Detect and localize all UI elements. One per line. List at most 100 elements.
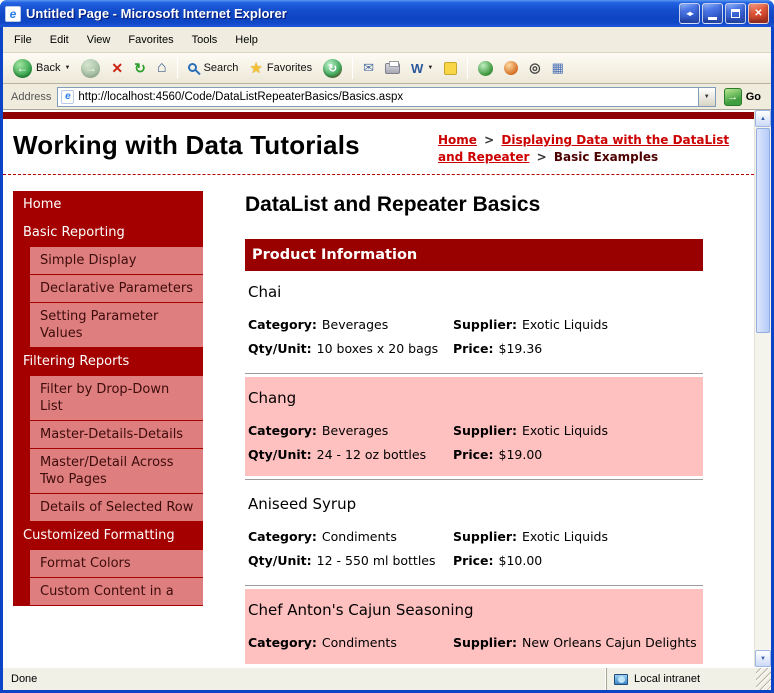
menu-item[interactable]: Favorites bbox=[119, 29, 182, 51]
category-value: Condiments bbox=[321, 529, 397, 544]
resize-grip[interactable] bbox=[756, 668, 771, 690]
maximize-button[interactable] bbox=[725, 3, 746, 24]
messenger-button[interactable] bbox=[500, 59, 522, 77]
sidebar-item[interactable]: Setting Parameter Values bbox=[30, 303, 203, 347]
sidebar-item[interactable]: Format Colors bbox=[30, 550, 203, 577]
qty-value: 24 - 12 oz bottles bbox=[316, 447, 427, 462]
sidebar-item[interactable]: Details of Selected Row bbox=[30, 494, 203, 521]
search-button[interactable]: Search bbox=[184, 60, 243, 76]
sidebar-item[interactable]: Customized Formatting bbox=[13, 522, 203, 549]
menu-item[interactable]: Tools bbox=[183, 29, 227, 51]
scroll-down-button[interactable]: ▼ bbox=[755, 650, 771, 667]
menu-item[interactable]: View bbox=[78, 29, 120, 51]
product-details: Category: Condiments Supplier: Exotic Liqu… bbox=[245, 529, 703, 582]
product-supplier: Supplier: Exotic Liquids bbox=[453, 529, 700, 544]
edit-word-icon: W bbox=[411, 60, 424, 76]
breadcrumb-separator: > bbox=[484, 133, 495, 147]
category-label: Category: bbox=[248, 635, 317, 650]
messenger-icon bbox=[504, 61, 519, 75]
sidebar-item[interactable]: Filtering Reports bbox=[13, 348, 203, 375]
address-dropdown-button[interactable]: ▼ bbox=[697, 87, 715, 106]
browser-viewport: Working with Data Tutorials Home > Displ… bbox=[3, 110, 771, 667]
forward-button[interactable]: → bbox=[77, 57, 104, 80]
vertical-scrollbar[interactable]: ▲ ▼ bbox=[754, 110, 771, 667]
price-value: $19.00 bbox=[498, 447, 543, 462]
scroll-track[interactable] bbox=[755, 334, 771, 650]
favorites-star-icon: ★ bbox=[249, 59, 263, 77]
sidebar-item[interactable]: Declarative Parameters bbox=[30, 275, 203, 302]
price-label: Price: bbox=[453, 553, 494, 568]
product-details: Category: Beverages Supplier: Exotic Liqui… bbox=[245, 317, 703, 370]
sidebar-item[interactable]: Simple Display bbox=[30, 247, 203, 274]
sidebar-item[interactable]: Custom Content in a bbox=[30, 578, 203, 605]
page-title: DataList and Repeater Basics bbox=[245, 193, 541, 216]
product-price: Price: $19.36 bbox=[453, 341, 700, 356]
sidebar-menu: Home Basic Reporting Simple Display Decl… bbox=[13, 191, 203, 606]
product-separator bbox=[245, 479, 703, 480]
breadcrumb: Home > Displaying Data with the DataList… bbox=[438, 126, 740, 166]
scroll-up-button[interactable]: ▲ bbox=[755, 110, 771, 127]
address-input[interactable]: e http://localhost:4560/Code/DataListRep… bbox=[57, 86, 716, 107]
close-button[interactable]: ✕ bbox=[748, 3, 769, 24]
mail-button[interactable]: ✉ bbox=[359, 58, 378, 78]
resize-icon: ◂▸ bbox=[686, 9, 693, 18]
price-value: $19.36 bbox=[498, 341, 543, 356]
edit-button[interactable]: W ▼ bbox=[407, 59, 437, 78]
price-label: Price: bbox=[453, 341, 494, 356]
refresh-button[interactable]: ↻ bbox=[130, 59, 150, 77]
category-value: Beverages bbox=[321, 317, 389, 332]
tiles-button[interactable]: ▦ bbox=[548, 58, 568, 78]
globe-icon bbox=[478, 60, 494, 76]
discuss-button[interactable] bbox=[440, 60, 461, 77]
ie-logo-icon: e bbox=[5, 5, 21, 22]
breadcrumb-home-link[interactable]: Home bbox=[438, 133, 477, 147]
security-zone: Local intranet bbox=[606, 668, 756, 690]
toolbar: ← Back ▼ → ✕ ↻ ⌂ Search ★ Favorites ↻ ✉ … bbox=[3, 53, 771, 84]
history-button[interactable]: ↻ bbox=[319, 57, 346, 80]
sidebar-item[interactable]: Filter by Drop-Down List bbox=[30, 376, 203, 420]
web-sync-button[interactable] bbox=[474, 59, 497, 78]
product-item: Chang Category: Beverages Supplier: Exotic… bbox=[245, 377, 703, 476]
address-url[interactable]: http://localhost:4560/Code/DataListRepea… bbox=[78, 91, 693, 103]
sidebar-item[interactable]: Master/Detail Across Two Pages bbox=[30, 449, 203, 493]
favorites-button[interactable]: ★ Favorites bbox=[245, 59, 316, 78]
go-button[interactable]: → Go bbox=[722, 87, 767, 106]
supplier-label: Supplier: bbox=[453, 317, 518, 332]
breadcrumb-separator: > bbox=[536, 150, 547, 164]
window-title: Untitled Page - Microsoft Internet Explo… bbox=[26, 6, 287, 21]
print-button[interactable] bbox=[381, 60, 404, 76]
product-list: Chai Category: Beverages Supplier: Exotic … bbox=[245, 271, 703, 667]
stop-button[interactable]: ✕ bbox=[107, 59, 127, 77]
supplier-value: Exotic Liquids bbox=[522, 529, 609, 544]
home-button[interactable]: ⌂ bbox=[153, 58, 171, 78]
maximize-icon bbox=[731, 9, 740, 18]
site-title: Working with Data Tutorials bbox=[13, 130, 360, 160]
discuss-icon bbox=[444, 61, 458, 75]
qty-value: 10 boxes x 20 bags bbox=[316, 341, 439, 356]
menu-item[interactable]: File bbox=[5, 29, 41, 51]
product-name: Aniseed Syrup bbox=[248, 495, 357, 513]
status-text: Done bbox=[11, 673, 38, 685]
back-button[interactable]: ← Back ▼ bbox=[9, 57, 74, 80]
close-icon: ✕ bbox=[754, 8, 763, 19]
window-resize-button[interactable]: ◂▸ bbox=[679, 3, 700, 24]
page-icon: e bbox=[61, 89, 75, 104]
scroll-thumb[interactable] bbox=[756, 128, 770, 333]
stop-icon: ✕ bbox=[111, 60, 124, 76]
qty-label: Qty/Unit: bbox=[248, 341, 312, 356]
product-category: Category: Condiments bbox=[248, 635, 453, 650]
zone-label: Local intranet bbox=[634, 673, 701, 685]
titlebar[interactable]: e Untitled Page - Microsoft Internet Exp… bbox=[0, 0, 774, 27]
supplier-value: New Orleans Cajun Delights bbox=[522, 635, 697, 650]
search-label: Search bbox=[203, 62, 239, 74]
product-name: Chef Anton's Cajun Seasoning bbox=[248, 601, 474, 619]
edit-dropdown-icon[interactable]: ▼ bbox=[427, 65, 433, 71]
minimize-button[interactable] bbox=[702, 3, 723, 24]
menu-item[interactable]: Edit bbox=[41, 29, 78, 51]
sidebar-item[interactable]: Home bbox=[13, 191, 203, 218]
sidebar-item[interactable]: Master-Details-Details bbox=[30, 421, 203, 448]
menu-item[interactable]: Help bbox=[226, 29, 267, 51]
back-dropdown-icon[interactable]: ▼ bbox=[64, 65, 70, 71]
sidebar-item[interactable]: Basic Reporting bbox=[13, 219, 203, 246]
research-button[interactable]: ◎ bbox=[525, 58, 544, 78]
